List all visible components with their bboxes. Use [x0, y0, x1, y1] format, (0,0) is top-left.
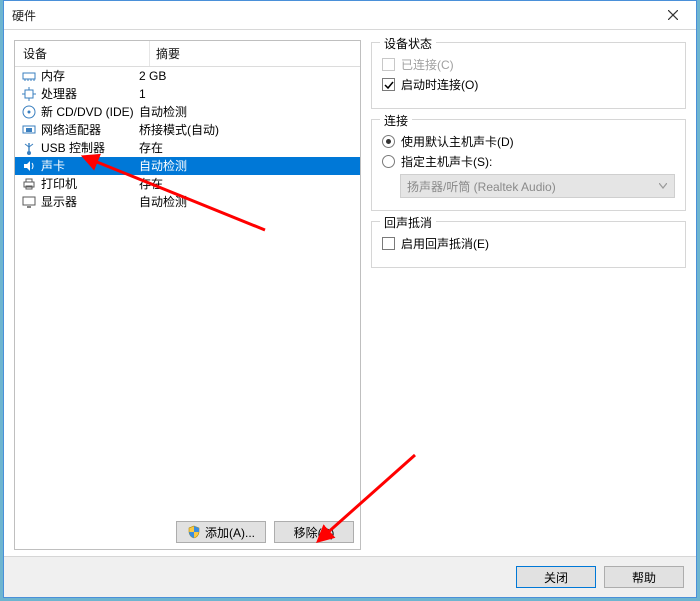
printer-icon — [21, 176, 37, 192]
echo-cancel-group: 回声抵消 启用回声抵消(E) — [371, 221, 686, 268]
chevron-down-icon — [656, 179, 670, 193]
shield-icon — [187, 525, 201, 539]
device-row[interactable]: USB 控制器存在 — [15, 139, 360, 157]
remove-button-label: 移除(R) — [294, 524, 335, 541]
enable-echo-checkbox[interactable] — [382, 237, 395, 250]
device-summary: 自动检测 — [135, 157, 360, 175]
enable-echo-row[interactable]: 启用回声抵消(E) — [382, 235, 675, 252]
connect-at-poweron-label: 启动时连接(O) — [401, 76, 478, 93]
device-name: 内存 — [41, 67, 135, 85]
device-row[interactable]: 声卡自动检测 — [15, 157, 360, 175]
usb-icon — [21, 140, 37, 156]
add-button-label: 添加(A)... — [205, 524, 255, 541]
device-row[interactable]: 显示器自动检测 — [15, 193, 360, 211]
connection-legend: 连接 — [380, 112, 412, 129]
hardware-dialog: 硬件 设备 摘要 内存2 GB处理器1新 CD/DVD (IDE)自动检测网络适… — [3, 0, 697, 598]
device-name: 显示器 — [41, 193, 135, 211]
close-button[interactable]: 关闭 — [516, 566, 596, 588]
specify-host-row[interactable]: 指定主机声卡(S): — [382, 153, 675, 170]
help-button-label: 帮助 — [632, 569, 656, 586]
cpu-icon — [21, 86, 37, 102]
device-summary: 自动检测 — [135, 103, 360, 121]
device-row[interactable]: 新 CD/DVD (IDE)自动检测 — [15, 103, 360, 121]
connect-at-poweron-checkbox[interactable] — [382, 78, 395, 91]
device-list[interactable]: 内存2 GB处理器1新 CD/DVD (IDE)自动检测网络适配器桥接模式(自动… — [15, 67, 360, 514]
device-summary: 存在 — [135, 139, 360, 157]
use-default-host-radio[interactable] — [382, 135, 395, 148]
device-name: 打印机 — [41, 175, 135, 193]
use-default-host-row[interactable]: 使用默认主机声卡(D) — [382, 133, 675, 150]
device-name: USB 控制器 — [41, 139, 135, 157]
device-row[interactable]: 打印机存在 — [15, 175, 360, 193]
device-status-legend: 设备状态 — [380, 35, 436, 52]
dialog-title: 硬件 — [12, 7, 650, 24]
column-device[interactable]: 设备 — [15, 41, 150, 66]
titlebar: 硬件 — [4, 1, 696, 30]
memory-icon — [21, 68, 37, 84]
dialog-body: 设备 摘要 内存2 GB处理器1新 CD/DVD (IDE)自动检测网络适配器桥… — [4, 30, 696, 556]
device-row[interactable]: 内存2 GB — [15, 67, 360, 85]
help-button[interactable]: 帮助 — [604, 566, 684, 588]
device-row[interactable]: 处理器1 — [15, 85, 360, 103]
dialog-footer: 关闭 帮助 — [4, 556, 696, 597]
close-button-label: 关闭 — [544, 569, 568, 586]
device-list-buttons: 添加(A)... 移除(R) — [15, 514, 360, 549]
device-name: 处理器 — [41, 85, 135, 103]
device-name: 网络适配器 — [41, 121, 135, 139]
add-button[interactable]: 添加(A)... — [176, 521, 266, 543]
device-list-pane: 设备 摘要 内存2 GB处理器1新 CD/DVD (IDE)自动检测网络适配器桥… — [14, 40, 361, 550]
column-summary[interactable]: 摘要 — [150, 41, 360, 66]
close-icon — [668, 10, 678, 20]
host-sound-card-value: 扬声器/听筒 (Realtek Audio) — [407, 178, 556, 195]
device-summary: 存在 — [135, 175, 360, 193]
device-status-group: 设备状态 已连接(C) 启动时连接(O) — [371, 42, 686, 109]
device-row[interactable]: 网络适配器桥接模式(自动) — [15, 121, 360, 139]
connection-group: 连接 使用默认主机声卡(D) 指定主机声卡(S): 扬声器/听筒 (Realte… — [371, 119, 686, 211]
device-summary: 2 GB — [135, 67, 360, 85]
connected-label: 已连接(C) — [401, 56, 454, 73]
display-icon — [21, 194, 37, 210]
nic-icon — [21, 122, 37, 138]
device-summary: 自动检测 — [135, 193, 360, 211]
device-summary: 1 — [135, 85, 360, 103]
settings-pane: 设备状态 已连接(C) 启动时连接(O) 连接 — [371, 40, 686, 550]
device-name: 新 CD/DVD (IDE) — [41, 103, 135, 121]
device-name: 声卡 — [41, 157, 135, 175]
remove-button[interactable]: 移除(R) — [274, 521, 354, 543]
specify-host-radio[interactable] — [382, 155, 395, 168]
enable-echo-label: 启用回声抵消(E) — [401, 235, 489, 252]
host-sound-card-combo: 扬声器/听筒 (Realtek Audio) — [400, 174, 675, 198]
specify-host-label: 指定主机声卡(S): — [401, 153, 492, 170]
connect-at-poweron-row[interactable]: 启动时连接(O) — [382, 76, 675, 93]
device-summary: 桥接模式(自动) — [135, 121, 360, 139]
connected-checkbox-row: 已连接(C) — [382, 56, 675, 73]
window-close-button[interactable] — [650, 1, 696, 29]
device-list-header: 设备 摘要 — [15, 41, 360, 67]
disc-icon — [21, 104, 37, 120]
use-default-host-label: 使用默认主机声卡(D) — [401, 133, 514, 150]
sound-icon — [21, 158, 37, 174]
connected-checkbox — [382, 58, 395, 71]
echo-cancel-legend: 回声抵消 — [380, 214, 436, 231]
